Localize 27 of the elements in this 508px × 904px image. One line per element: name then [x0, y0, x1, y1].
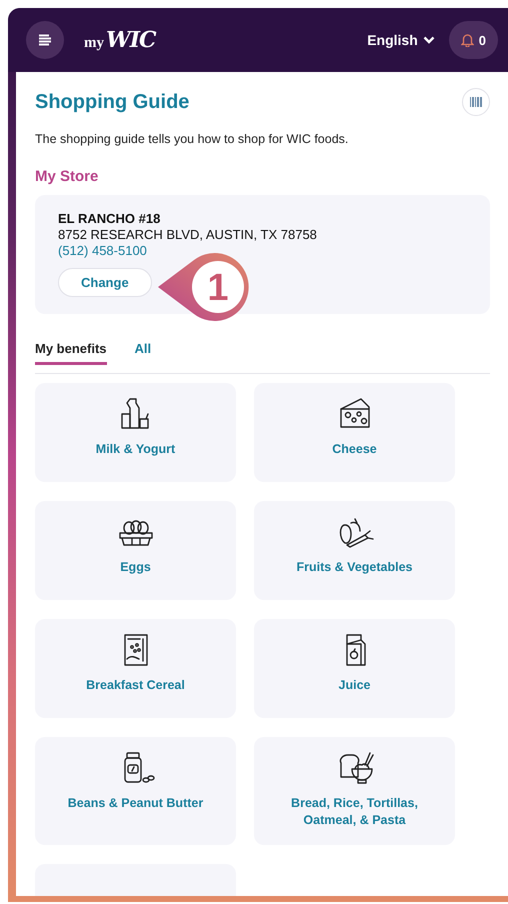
store-address: 8752 RESEARCH BLVD, AUSTIN, TX 78758	[58, 227, 318, 243]
page-title: Shopping Guide	[35, 90, 190, 114]
page-description: The shopping guide tells you how to shop for WIC foods.	[35, 132, 350, 146]
food-category-card[interactable]: Fruits & Vegetables	[254, 501, 455, 600]
language-selector[interactable]: English	[367, 32, 435, 48]
store-phone[interactable]: (512) 458-5100	[58, 243, 467, 259]
chevron-down-icon	[422, 36, 435, 44]
change-button[interactable]: Change	[58, 268, 152, 297]
menu-button[interactable]	[26, 21, 64, 59]
bell-icon	[460, 33, 474, 47]
food-category-card[interactable]: Cheese	[254, 383, 455, 482]
food-category-card[interactable]: Milk & Yogurt	[35, 383, 236, 482]
store-name: EL RANCHO #18	[58, 211, 162, 227]
food-category-card[interactable]: Eggs	[35, 501, 236, 600]
barcode-button[interactable]	[462, 88, 490, 116]
notifications-button[interactable]: 0	[448, 21, 498, 59]
logo-wordmark: WIC	[106, 27, 156, 53]
section-heading: My Store	[35, 168, 100, 185]
food-category-card[interactable]: Bread, Rice, Tortillas, Oatmeal, & Pasta	[254, 737, 455, 845]
food-category-card[interactable]: Juice	[254, 619, 455, 718]
benefits-tab[interactable]: My benefits	[35, 341, 107, 365]
logo-text: my	[84, 35, 104, 52]
benefits-tab[interactable]: All	[134, 341, 152, 365]
food-category-card[interactable]: Breakfast Cereal	[35, 619, 236, 718]
menu-icon	[38, 34, 52, 46]
food-category-card[interactable]: Beans & Peanut Butter	[35, 737, 236, 845]
barcode-icon	[470, 97, 482, 107]
